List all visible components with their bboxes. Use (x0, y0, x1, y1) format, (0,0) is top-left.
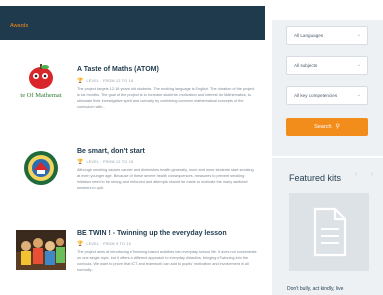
project-thumbnail-twin[interactable] (16, 230, 66, 270)
carousel-next-icon[interactable]: › (371, 171, 373, 178)
competency-select[interactable]: All key competencies ⌄ (286, 86, 368, 105)
chevron-down-icon: ⌄ (356, 32, 361, 38)
trophy-icon: 🏆 (77, 159, 84, 165)
chevron-down-icon: ⌄ (356, 62, 361, 68)
chevron-down-icon: ⌄ (356, 92, 361, 98)
project-description: Although smoking causes cancer and dimin… (77, 168, 254, 190)
project-thumbnail-atom[interactable]: te Of Mathemat (16, 62, 66, 102)
project-card: Be smart, don't start 🏆 LEVEL : FROM 12 T… (0, 144, 265, 214)
school-badge-icon (16, 148, 66, 188)
breadcrumb-awards[interactable]: Awards (10, 23, 28, 29)
project-level: 🏆 LEVEL : FROM 9 TO 10 (77, 241, 132, 247)
featured-kits-title: Featured kits (289, 173, 342, 183)
project-description: The project targets 12-16 years old stud… (77, 87, 255, 109)
projects-list: te Of Mathemat A Taste of Maths (ATOM) 🏆… (0, 40, 265, 295)
svg-text:te Of Mathemat: te Of Mathemat (20, 92, 61, 99)
project-title-link[interactable]: BE TWIN ! - Twinning up the everyday les… (77, 230, 227, 237)
project-description: The project aims at introducing eTwinnin… (77, 250, 257, 272)
project-level: 🏆 LEVEL : FROM 12 TO 15 (77, 159, 134, 165)
apple-logo-icon: te Of Mathemat (16, 62, 66, 102)
search-button[interactable]: Search ⚲ (286, 118, 368, 136)
trophy-icon: 🏆 (77, 241, 84, 247)
project-level: 🏆 LEVEL : FROM 12 TO 16 (77, 78, 134, 84)
project-card: BE TWIN ! - Twinning up the everyday les… (0, 226, 265, 295)
group-photo-icon (16, 230, 66, 270)
trophy-icon: 🏆 (77, 78, 84, 84)
featured-kit-image[interactable] (289, 193, 369, 271)
project-card: te Of Mathemat A Taste of Maths (ATOM) 🏆… (0, 40, 265, 120)
featured-kit-title[interactable]: Don't bully, act kindly, live (287, 286, 343, 292)
carousel-prev-icon[interactable]: ‹ (355, 171, 357, 178)
project-thumbnail-smart[interactable] (16, 148, 66, 188)
header-bar: Awards (0, 6, 265, 40)
project-title-link[interactable]: Be smart, don't start (77, 148, 145, 155)
project-title-link[interactable]: A Taste of Maths (ATOM) (77, 66, 159, 73)
language-select[interactable]: All Languages ⌄ (286, 26, 368, 45)
search-icon: ⚲ (335, 124, 340, 130)
document-icon (289, 193, 369, 271)
subject-select[interactable]: All subjects ⌄ (286, 56, 368, 75)
